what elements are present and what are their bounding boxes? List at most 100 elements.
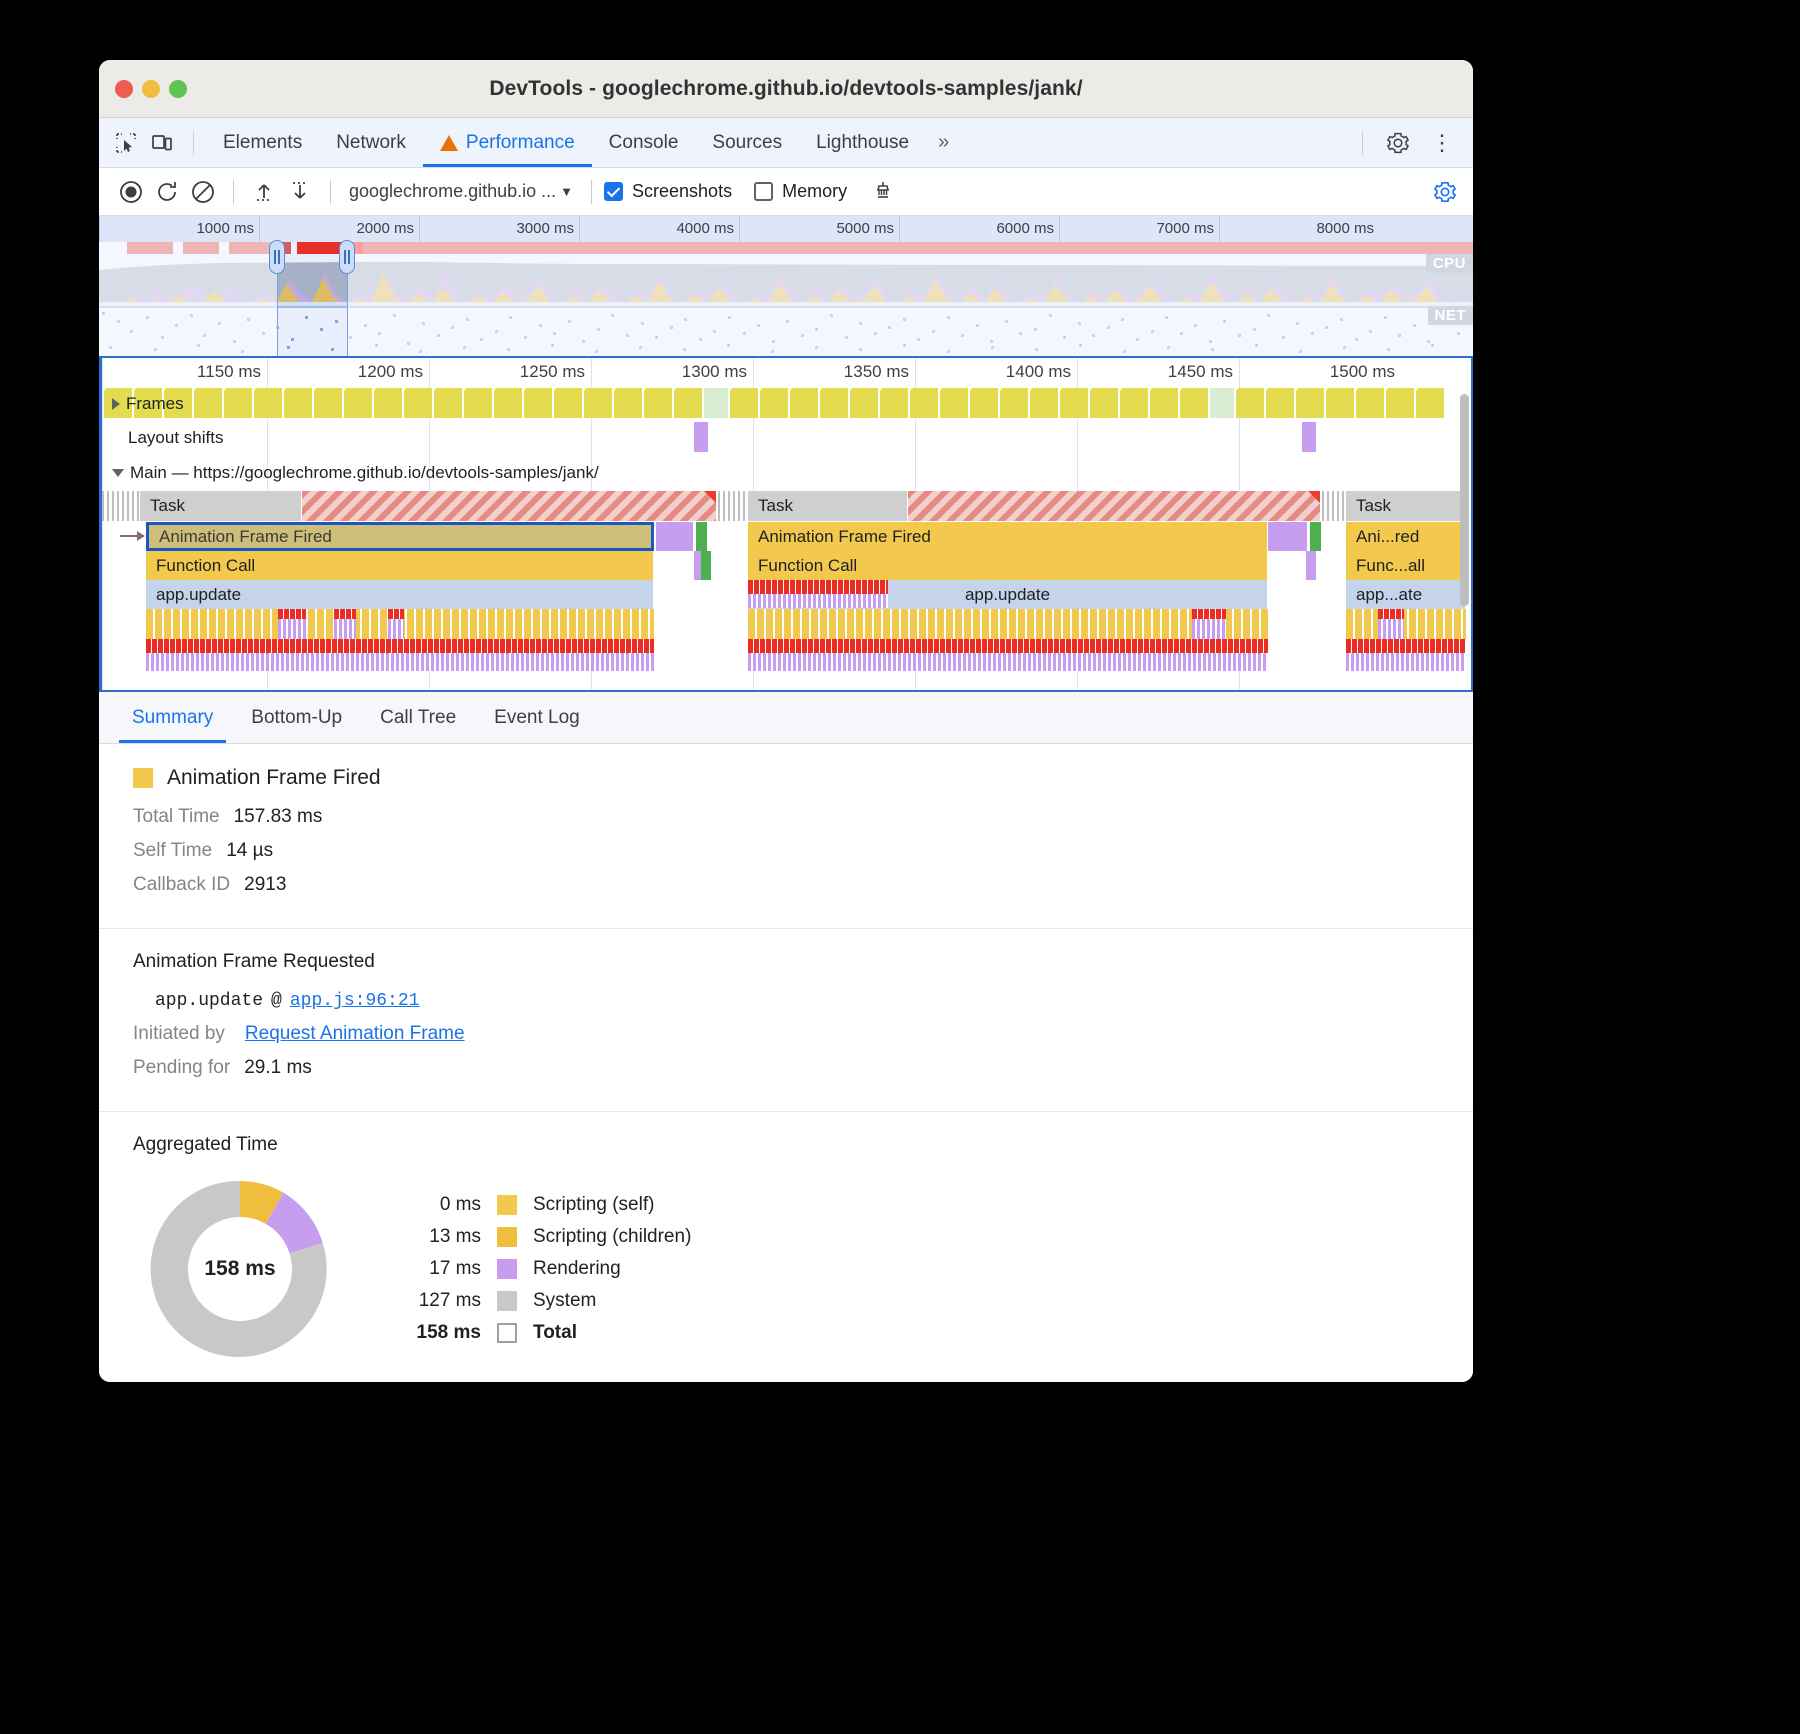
close-window-button[interactable] — [115, 80, 133, 98]
scripting-micro-blocks[interactable] — [748, 609, 1268, 639]
rendering-block[interactable] — [656, 522, 694, 551]
target-page-dropdown[interactable]: googlechrome.github.io ... ▼ — [343, 181, 579, 202]
app-update-truncated[interactable]: app...ate — [1346, 580, 1466, 609]
event-label: Func...all — [1356, 556, 1425, 576]
app-update-row[interactable]: app.update app.update app...ate — [102, 580, 1471, 609]
legend-row-scripting-self[interactable]: 0 ms Scripting (self) — [405, 1194, 691, 1216]
maximize-window-button[interactable] — [169, 80, 187, 98]
screenshots-checkbox[interactable]: Screenshots — [604, 181, 732, 202]
gc-micro-blocks[interactable] — [146, 639, 654, 653]
painting-sliver[interactable] — [701, 551, 712, 580]
screenshots-label: Screenshots — [632, 181, 732, 202]
task-long-hatched[interactable] — [908, 491, 1320, 521]
legend-swatch-rendering — [497, 1259, 517, 1279]
function-call[interactable]: Function Call — [748, 551, 1268, 580]
flame-vertical-scrollbar[interactable] — [1460, 394, 1469, 606]
legend-row-system[interactable]: 127 ms System — [405, 1290, 691, 1312]
tab-event-log[interactable]: Event Log — [475, 692, 599, 743]
layout-shifts-label-text: Layout shifts — [128, 428, 223, 448]
legend-value: 17 ms — [405, 1258, 497, 1280]
task-block[interactable]: Task — [1346, 491, 1466, 521]
rendering-sliver[interactable] — [1306, 551, 1317, 580]
self-time-value: 14 µs — [226, 840, 273, 862]
app-update[interactable]: app.update — [146, 580, 654, 609]
summary-event-name: Animation Frame Fired — [167, 766, 381, 790]
animation-frame-row[interactable]: Animation Frame Fired Animation Frame Fi… — [102, 522, 1471, 551]
initiated-by-link[interactable]: Request Animation Frame — [245, 1023, 465, 1045]
stack-source-link[interactable]: app.js:96:21 — [290, 991, 420, 1011]
three-dot-menu-icon[interactable]: ⋮ — [1423, 132, 1461, 154]
frames-track[interactable]: Frames — [102, 388, 1471, 420]
task-long-hatched[interactable] — [302, 491, 716, 521]
layout-shift-marker[interactable] — [694, 422, 708, 452]
layout-shifts-track[interactable]: Layout shifts — [102, 420, 1471, 457]
overview-window-right-handle[interactable] — [339, 240, 355, 274]
gc-micro-blocks[interactable] — [748, 639, 1268, 653]
rendering-micro-blocks[interactable] — [1346, 653, 1466, 671]
tab-bottom-up[interactable]: Bottom-Up — [232, 692, 361, 743]
animation-frame-fired[interactable]: Animation Frame Fired — [748, 522, 1268, 551]
load-profile-icon[interactable] — [246, 174, 282, 210]
micro-task-row-2[interactable] — [102, 639, 1471, 671]
tab-console[interactable]: Console — [592, 118, 696, 167]
memory-checkbox[interactable]: Memory — [754, 181, 847, 202]
task-block[interactable]: Task — [140, 491, 302, 521]
tab-network[interactable]: Network — [319, 118, 423, 167]
legend-swatch-scripting-children — [497, 1227, 517, 1247]
save-profile-icon[interactable] — [282, 174, 318, 210]
tab-call-tree[interactable]: Call Tree — [361, 692, 475, 743]
legend-row-rendering[interactable]: 17 ms Rendering — [405, 1258, 691, 1280]
animation-frame-fired-selected[interactable]: Animation Frame Fired — [146, 522, 654, 551]
rendering-micro-blocks[interactable] — [748, 653, 1268, 671]
capture-settings-gear-icon[interactable] — [1427, 174, 1463, 210]
event-label: Function Call — [758, 556, 857, 576]
device-toolbar-icon[interactable] — [145, 126, 179, 160]
collect-garbage-icon[interactable] — [865, 174, 901, 210]
rendering-micro-blocks[interactable] — [146, 653, 654, 671]
minimize-window-button[interactable] — [142, 80, 160, 98]
task-block[interactable]: Task — [748, 491, 908, 521]
inspect-element-icon[interactable] — [109, 126, 143, 160]
detail-tabbar: Summary Bottom-Up Call Tree Event Log — [99, 692, 1473, 744]
overview-tick: 7000 ms — [1059, 216, 1219, 242]
task-label: Task — [758, 496, 793, 516]
legend-row-scripting-children[interactable]: 13 ms Scripting (children) — [405, 1226, 691, 1248]
clear-recording-icon[interactable] — [185, 174, 221, 210]
overview-window-left-handle[interactable] — [269, 240, 285, 274]
screenshots-checkbox-box[interactable] — [604, 182, 623, 201]
tab-performance[interactable]: Performance — [423, 118, 592, 167]
painting-block[interactable] — [1310, 522, 1322, 551]
self-time-row: Self Time 14 µs — [133, 840, 1439, 862]
task-row[interactable]: Task Task Task — [102, 491, 1471, 522]
function-call-truncated[interactable]: Func...all — [1346, 551, 1466, 580]
tab-lighthouse[interactable]: Lighthouse — [799, 118, 926, 167]
layout-shift-marker[interactable] — [1302, 422, 1316, 452]
function-call[interactable]: Function Call — [146, 551, 654, 580]
record-icon[interactable] — [113, 174, 149, 210]
rendering-block[interactable] — [1268, 522, 1308, 551]
micro-task-row-1[interactable] — [102, 609, 1471, 639]
animation-frame-fired-truncated[interactable]: Ani...red — [1346, 522, 1466, 551]
event-label: app.update — [965, 585, 1050, 605]
memory-label: Memory — [782, 181, 847, 202]
gear-icon[interactable] — [1381, 126, 1415, 160]
tab-elements[interactable]: Elements — [206, 118, 319, 167]
scripting-micro-blocks[interactable] — [1346, 609, 1466, 639]
more-tabs-chevron-icon[interactable]: » — [926, 131, 961, 154]
window-controls[interactable] — [115, 80, 187, 98]
overview-dim-right — [347, 242, 1473, 356]
main-track-label[interactable]: Main — https://googlechrome.github.io/de… — [112, 463, 599, 483]
main-track-header[interactable]: Main — https://googlechrome.github.io/de… — [102, 457, 1471, 491]
gc-micro-blocks[interactable] — [1346, 639, 1466, 653]
total-time-value: 157.83 ms — [234, 806, 323, 828]
tab-summary[interactable]: Summary — [113, 692, 232, 743]
tab-event-log-label: Event Log — [494, 707, 580, 729]
timeline-overview[interactable]: 1000 ms 2000 ms 3000 ms 4000 ms 5000 ms … — [99, 216, 1473, 356]
painting-block[interactable] — [696, 522, 708, 551]
tab-sources[interactable]: Sources — [695, 118, 799, 167]
reload-and-record-icon[interactable] — [149, 174, 185, 210]
function-call-row[interactable]: Function Call Function Call Func...all — [102, 551, 1471, 580]
memory-checkbox-box[interactable] — [754, 182, 773, 201]
collapse-triangle-icon[interactable] — [112, 469, 124, 477]
flame-chart[interactable]: 1150 ms 1200 ms 1250 ms 1300 ms 1350 ms … — [99, 356, 1473, 692]
